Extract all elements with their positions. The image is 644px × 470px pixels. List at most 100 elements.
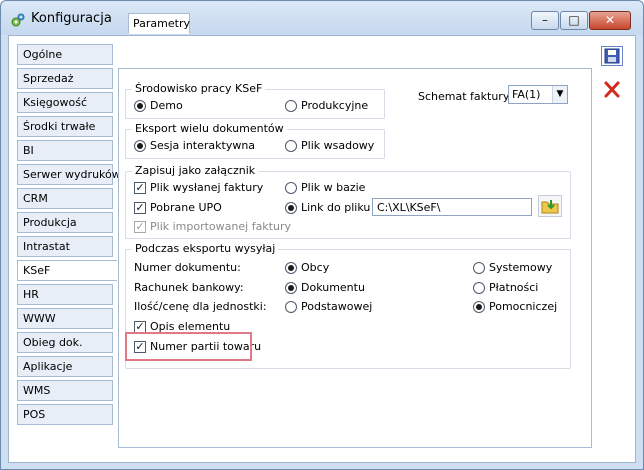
minimize-button[interactable]: – <box>531 11 559 30</box>
sidebar-item-label: CRM <box>23 192 48 205</box>
radio-label: Demo <box>150 99 183 112</box>
invoice-schema-value: FA(1) <box>512 88 541 101</box>
sidebar-item-bi[interactable]: BI <box>17 140 113 161</box>
sidebar-item-label: BI <box>23 144 34 157</box>
sidebar-item-label: Ogólne <box>23 48 63 61</box>
invoice-schema-select[interactable]: FA(1) ▼ <box>508 85 568 104</box>
unit-auxiliary-radio[interactable]: Pomocniczej <box>473 300 557 313</box>
save-button[interactable] <box>601 46 623 66</box>
sidebar-item-label: WWW <box>23 312 56 325</box>
export-sending-group-title: Podczas eksportu wysyłaj <box>132 242 279 255</box>
radio-button <box>285 181 297 194</box>
red-x-icon <box>604 81 620 98</box>
radio-label: Link do pliku <box>301 201 371 214</box>
sidebar-item-label: POS <box>23 408 46 421</box>
invoice-schema-label: Schemat faktury: <box>418 90 513 103</box>
sidebar-item-aplikacje[interactable]: Aplikacje <box>17 356 113 377</box>
radio-button <box>285 139 297 152</box>
sidebar-item-intrastat[interactable]: Intrastat <box>17 236 113 257</box>
minimize-icon: – <box>542 13 548 27</box>
radio-label: Plik w bazie <box>301 181 366 194</box>
radio-label: Płatności <box>489 281 539 294</box>
sidebar-item-hr[interactable]: HR <box>17 284 113 305</box>
floppy-disk-icon <box>604 48 620 64</box>
radio-button <box>285 201 297 214</box>
tab-parametry[interactable]: Parametry <box>128 13 190 34</box>
radio-button <box>285 99 297 112</box>
radio-label: Sesja interaktywna <box>150 139 256 152</box>
sidebar-item-label: Środki trwałe <box>23 120 96 133</box>
env-prod-radio[interactable]: Produkcyjne <box>285 99 368 112</box>
file-in-db-radio[interactable]: Plik w bazie <box>285 181 365 194</box>
chevron-down-icon: ▼ <box>552 86 567 103</box>
radio-button <box>285 261 297 274</box>
file-link-radio[interactable]: Link do pliku <box>285 201 370 214</box>
environment-group-title: Środowisko pracy KSeF <box>132 82 266 95</box>
radio-label: Dokumentu <box>301 281 365 294</box>
radio-label: Produkcyjne <box>301 99 369 112</box>
bank-account-document-radio[interactable]: Dokumentu <box>285 281 365 294</box>
checkbox-box: ✓ <box>134 319 146 333</box>
sidebar-item-label: Księgowość <box>23 96 87 109</box>
sidebar-item-produkcja[interactable]: Produkcja <box>17 212 113 233</box>
sidebar: Ogólne Sprzedaż Księgowość Środki trwałe… <box>17 44 121 425</box>
unit-basic-radio[interactable]: Podstawowej <box>285 300 372 313</box>
title-bar[interactable]: Konfiguracja – □ ✕ <box>1 1 643 35</box>
doc-number-foreign-radio[interactable]: Obcy <box>285 261 329 274</box>
maximize-button[interactable]: □ <box>560 11 588 30</box>
sidebar-item-crm[interactable]: CRM <box>17 188 113 209</box>
sidebar-item-wms[interactable]: WMS <box>17 380 113 401</box>
highlight-box <box>125 332 252 361</box>
save-attachment-group-title: Zapisuj jako załącznik <box>132 164 259 177</box>
config-window: Konfiguracja – □ ✕ Ogólne Sprzedaż Księg… <box>0 0 644 470</box>
sidebar-item-label: Produkcja <box>23 216 77 229</box>
sidebar-item-label: HR <box>23 288 39 301</box>
radio-button <box>473 261 485 274</box>
maximize-icon: □ <box>568 13 580 27</box>
checkbox-label: Plik importowanej faktury <box>150 220 291 233</box>
doc-number-system-radio[interactable]: Systemowy <box>473 261 552 274</box>
sent-invoice-checkbox[interactable]: ✓ Plik wysłanej faktury <box>134 181 263 194</box>
sidebar-item-sprzedaz[interactable]: Sprzedaż <box>17 68 113 89</box>
unit-qty-price-label: Ilość/cenę dla jednostki: <box>134 300 267 313</box>
gears-icon <box>11 13 25 27</box>
sidebar-item-obieg-dok[interactable]: Obieg dok. <box>17 332 113 353</box>
sidebar-item-ksiegowosc[interactable]: Księgowość <box>17 92 113 113</box>
sidebar-item-label: WMS <box>23 384 51 397</box>
radio-button <box>473 300 485 313</box>
bank-account-payment-radio[interactable]: Płatności <box>473 281 538 294</box>
attachment-path-input[interactable]: C:\XL\KSeF\ <box>372 198 532 216</box>
upo-checkbox[interactable]: ✓ Pobrane UPO <box>134 201 222 214</box>
export-interactive-radio[interactable]: Sesja interaktywna <box>134 139 255 152</box>
sidebar-item-label: Obieg dok. <box>23 336 83 349</box>
export-batch-radio[interactable]: Plik wsadowy <box>285 139 374 152</box>
radio-button <box>473 281 485 294</box>
attachment-path-value: C:\XL\KSeF\ <box>377 201 441 214</box>
radio-label: Pomocniczej <box>489 300 558 313</box>
radio-button <box>134 99 146 112</box>
browse-folder-button[interactable] <box>538 195 562 217</box>
radio-button <box>134 139 146 152</box>
close-button[interactable]: ✕ <box>589 11 631 30</box>
sidebar-item-serwer-wydrukow[interactable]: Serwer wydruków <box>17 164 121 185</box>
sidebar-item-srodki-trwale[interactable]: Środki trwałe <box>17 116 113 137</box>
radio-button <box>285 281 297 294</box>
window-title: Konfiguracja <box>31 11 112 26</box>
env-demo-radio[interactable]: Demo <box>134 99 183 112</box>
sidebar-item-pos[interactable]: POS <box>17 404 113 425</box>
doc-number-label: Numer dokumentu: <box>134 261 241 274</box>
tab-label: Parametry <box>133 17 190 30</box>
sidebar-item-label: Aplikacje <box>23 360 73 373</box>
checkbox-label: Pobrane UPO <box>150 201 222 214</box>
delete-button[interactable] <box>601 80 623 100</box>
sidebar-item-ogolne[interactable]: Ogólne <box>17 44 113 65</box>
sidebar-item-label: Intrastat <box>23 240 70 253</box>
checkbox-box: ✓ <box>134 219 146 233</box>
folder-arrow-icon <box>541 200 559 214</box>
sidebar-item-ksef[interactable]: KSeF <box>17 260 117 281</box>
export-multi-group-title: Eksport wielu dokumentów <box>132 122 287 135</box>
sidebar-item-label: Sprzedaż <box>23 72 74 85</box>
radio-label: Plik wsadowy <box>301 139 375 152</box>
sidebar-item-www[interactable]: WWW <box>17 308 113 329</box>
bank-account-label: Rachunek bankowy: <box>134 281 244 294</box>
